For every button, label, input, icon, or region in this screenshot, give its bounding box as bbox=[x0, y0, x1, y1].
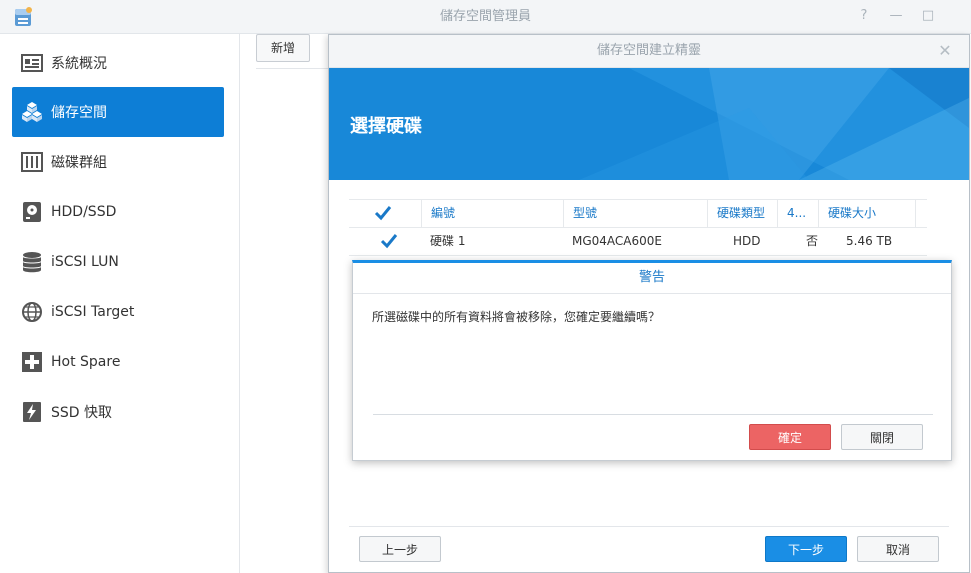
sidebar-item-label: SSD 快取 bbox=[51, 405, 113, 421]
column-header-model[interactable]: 型號 bbox=[563, 200, 707, 227]
back-button[interactable]: 上一步 bbox=[359, 536, 441, 562]
column-header-id[interactable]: 編號 bbox=[421, 200, 563, 227]
database-icon bbox=[23, 252, 41, 273]
cell-model: MG04ACA600E bbox=[572, 234, 662, 248]
wizard-banner: 選擇硬碟 bbox=[329, 68, 969, 180]
cubes-icon bbox=[22, 102, 42, 122]
globe-icon bbox=[22, 302, 42, 322]
sidebar-item-label: Hot Spare bbox=[51, 354, 121, 370]
help-button[interactable]: ? bbox=[856, 8, 872, 24]
cancel-button[interactable]: 取消 bbox=[857, 536, 939, 562]
warning-dialog: 警告 所選磁碟中的所有資料將會被移除，您確定要繼續嗎？ 確定 關閉 bbox=[352, 260, 952, 461]
select-all-checkbox[interactable] bbox=[374, 205, 392, 221]
toolbar-divider bbox=[256, 68, 330, 69]
warning-title: 警告 bbox=[353, 263, 951, 294]
confirm-button[interactable]: 確定 bbox=[749, 424, 831, 450]
column-header-spacer bbox=[915, 200, 927, 227]
cell-id: 硬碟 1 bbox=[430, 234, 466, 248]
wizard-title: 儲存空間建立精靈 bbox=[596, 43, 701, 58]
column-header-type[interactable]: 硬碟類型 bbox=[707, 200, 777, 227]
sidebar-item-label: 儲存空間 bbox=[51, 105, 107, 121]
sidebar-item-hot-spare[interactable]: Hot Spare bbox=[12, 337, 224, 387]
sidebar-item-ssd-cache[interactable]: SSD 快取 bbox=[12, 387, 224, 437]
close-button[interactable]: 關閉 bbox=[841, 424, 923, 450]
banner-decoration bbox=[579, 68, 969, 180]
wizard-footer-divider bbox=[349, 526, 949, 527]
ssd-cache-icon bbox=[23, 402, 41, 422]
hard-disk-icon bbox=[23, 202, 41, 222]
sidebar-item-storage-volume[interactable]: 儲存空間 bbox=[12, 87, 224, 137]
new-button[interactable]: 新增 bbox=[256, 34, 310, 62]
overview-icon bbox=[21, 54, 43, 72]
disk-table: 編號 型號 硬碟類型 4... 硬碟大小 硬碟 1 MG04ACA600E HD… bbox=[349, 199, 927, 256]
column-header-4k[interactable]: 4... bbox=[777, 200, 818, 227]
minimize-button[interactable]: — bbox=[888, 8, 904, 24]
raid-group-icon bbox=[21, 152, 43, 172]
next-button[interactable]: 下一步 bbox=[765, 536, 847, 562]
app-titlebar: 儲存空間管理員 ? — □ bbox=[0, 0, 971, 34]
sidebar-item-overview[interactable]: 系統概況 bbox=[12, 38, 224, 88]
maximize-button[interactable]: □ bbox=[920, 8, 936, 24]
wizard-heading: 選擇硬碟 bbox=[350, 116, 422, 137]
table-row[interactable]: 硬碟 1 MG04ACA600E HDD 否 5.46 TB bbox=[349, 228, 927, 256]
warning-message: 所選磁碟中的所有資料將會被移除，您確定要繼續嗎？ bbox=[372, 310, 661, 324]
cell-type: HDD bbox=[733, 234, 761, 248]
hot-spare-icon bbox=[22, 352, 42, 372]
sidebar-item-label: iSCSI LUN bbox=[51, 254, 119, 270]
app-title: 儲存空間管理員 bbox=[439, 9, 531, 24]
wizard-close-icon[interactable]: ✕ bbox=[937, 43, 953, 59]
sidebar-item-iscsi-target[interactable]: iSCSI Target bbox=[12, 287, 224, 337]
sidebar-item-label: iSCSI Target bbox=[51, 304, 135, 320]
sidebar-item-iscsi-lun[interactable]: iSCSI LUN bbox=[12, 237, 224, 287]
row-checkbox[interactable] bbox=[380, 233, 398, 249]
cell-size: 5.46 TB bbox=[846, 234, 893, 248]
cell-4k: 否 bbox=[806, 234, 819, 248]
sidebar-item-label: HDD/SSD bbox=[51, 204, 117, 220]
warning-divider bbox=[373, 414, 933, 415]
sidebar-item-hdd-ssd[interactable]: HDD/SSD bbox=[12, 187, 224, 237]
wizard-titlebar: 儲存空間建立精靈 ✕ bbox=[329, 35, 969, 68]
sidebar-item-label: 系統概況 bbox=[51, 56, 107, 72]
sidebar-item-raid-group[interactable]: 磁碟群組 bbox=[12, 137, 224, 187]
column-header-size[interactable]: 硬碟大小 bbox=[818, 200, 915, 227]
sidebar-item-label: 磁碟群組 bbox=[51, 155, 107, 171]
sidebar: 系統概況 儲存空間 磁碟群組 HDD/SSD iSCSI LUN iSCSI T… bbox=[0, 34, 240, 573]
disk-table-header: 編號 型號 硬碟類型 4... 硬碟大小 bbox=[349, 199, 927, 228]
